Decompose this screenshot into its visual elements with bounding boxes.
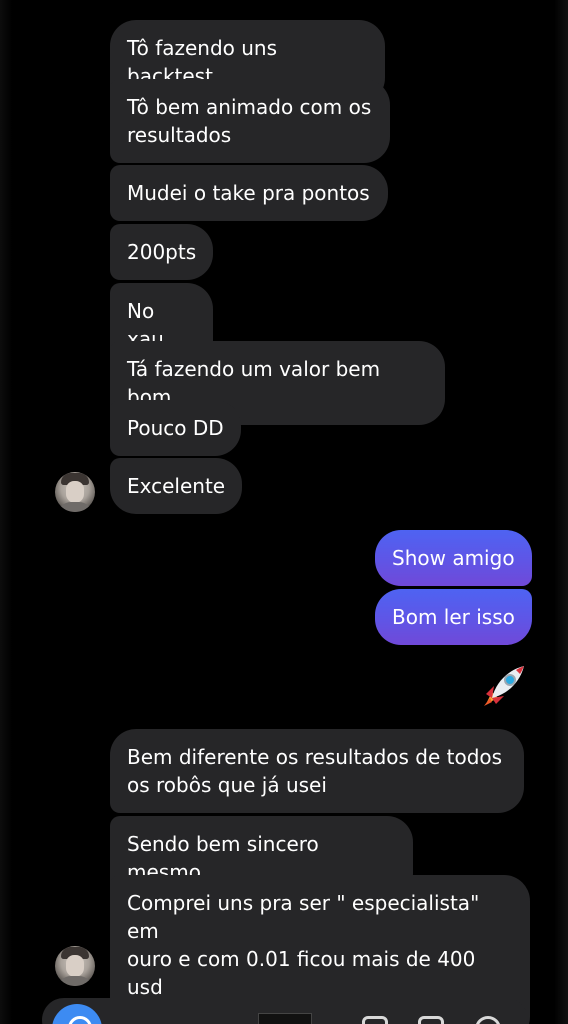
message-bubble-outgoing[interactable]: Show amigo bbox=[375, 530, 532, 586]
image-icon[interactable] bbox=[362, 1016, 388, 1024]
chat-screen: Tô fazendo uns backtest Tô bem animado c… bbox=[0, 0, 568, 1024]
right-edge-shadow bbox=[554, 0, 568, 1024]
message-bubble-incoming[interactable]: Bem diferente os resultados de todos os … bbox=[110, 729, 524, 813]
media-preview-thumbnail[interactable] bbox=[258, 1013, 312, 1024]
gallery-icon[interactable] bbox=[418, 1016, 444, 1024]
message-bubble-incoming[interactable]: Pouco DD bbox=[110, 400, 241, 456]
message-bubble-outgoing[interactable]: Bom ler isso bbox=[375, 589, 532, 645]
contact-avatar[interactable] bbox=[55, 946, 95, 986]
message-bubble-incoming[interactable]: Mudei o take pra pontos bbox=[110, 165, 388, 221]
message-bubble-incoming[interactable]: 200pts bbox=[110, 224, 213, 280]
rocket-emoji-icon[interactable] bbox=[478, 658, 532, 712]
left-edge-shadow bbox=[0, 0, 12, 1024]
message-bubble-incoming[interactable]: Excelente bbox=[110, 458, 242, 514]
message-bubble-incoming[interactable]: Tô bem animado com os resultados bbox=[110, 79, 390, 163]
contact-avatar[interactable] bbox=[55, 472, 95, 512]
